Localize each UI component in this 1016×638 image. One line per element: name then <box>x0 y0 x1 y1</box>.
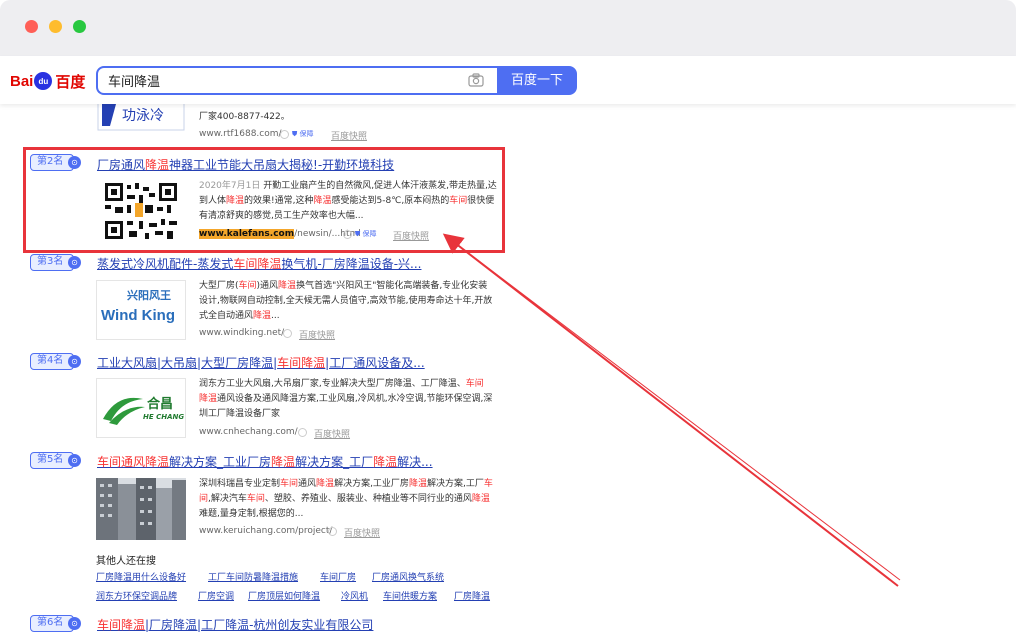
related-search-link[interactable]: 厂房空调 <box>198 589 234 602</box>
result-url[interactable]: www.windking.net/ <box>199 328 284 338</box>
kuaizhao-link[interactable]: 百度快照 <box>331 129 367 142</box>
related-search-link[interactable]: 润东方环保空调品牌 <box>96 589 177 602</box>
kuaizhao-link[interactable]: 百度快照 <box>299 328 335 341</box>
kuaizhao-link[interactable]: 百度快照 <box>314 427 350 440</box>
result-title[interactable]: 工业大风扇|大吊扇|大型厂房降温|车间降温|工厂通风设备及... <box>97 354 425 371</box>
browser-chrome <box>0 0 1016 56</box>
close-window-icon[interactable] <box>25 20 38 33</box>
related-search-link[interactable]: 厂房降温 <box>454 589 490 602</box>
result-snippet: 润东方工业大风扇,大吊扇厂家,专业解决大型厂房降温、工厂降温、车间 降温通风设备及… <box>199 379 493 419</box>
svg-text:功泳冷: 功泳冷 <box>122 108 164 124</box>
shield-icon: ⛊ <box>292 130 298 138</box>
hechang-logo-image[interactable]: 合昌 HE CHANG <box>96 378 186 438</box>
result-snippet: 深圳科瑞昌专业定制车间通风降温解决方案,工业厂房降温解决方案,工厂车间,解决汽车… <box>199 479 493 519</box>
camera-icon[interactable] <box>468 73 484 87</box>
info-icon[interactable] <box>283 329 292 338</box>
rank-badge: 第5名 ⊙ <box>30 452 82 469</box>
info-icon[interactable] <box>298 428 307 437</box>
baozhang-badge[interactable]: ⛊ 保障 <box>292 129 313 139</box>
results-list: 功泳冷 厂家400-8877-422。 www.rtf1688.com/ ⛊ 保… <box>0 104 1016 638</box>
rank-badge: 第3名 ⊙ <box>30 254 82 271</box>
rank-badge: 第6名 ⊙ <box>30 615 82 632</box>
minimize-window-icon[interactable] <box>49 20 62 33</box>
result-title[interactable]: 车间通风降温解决方案_工业厂房降温解决方案_工厂降温解决... <box>97 453 433 470</box>
info-icon[interactable] <box>280 130 289 139</box>
rank-arrow-icon: ⊙ <box>68 256 81 269</box>
related-search-link[interactable]: 车间厂房 <box>320 570 356 583</box>
rank-arrow-icon: ⊙ <box>68 454 81 467</box>
building-photo[interactable] <box>96 478 186 540</box>
related-search-link[interactable]: 冷风机 <box>341 589 368 602</box>
related-search-link[interactable]: 工厂车间防暑降温措施 <box>208 570 298 583</box>
result-url[interactable]: www.rtf1688.com/ <box>199 129 282 139</box>
paw-icon: du <box>34 72 53 90</box>
result-title[interactable]: 蒸发式冷风机配件-蒸发式车间降温换气机-厂房降温设备-兴... <box>97 255 421 272</box>
result-thumbnail[interactable]: 功泳冷 <box>96 104 186 134</box>
related-searches-title: 其他人还在搜 <box>96 556 156 567</box>
result-url[interactable]: www.keruichang.com/project/ <box>199 526 332 536</box>
search-header: Baidu百度 百度一下 <box>0 56 1016 104</box>
related-search-link[interactable]: 厂房通风换气系统 <box>372 570 444 583</box>
related-search-link[interactable]: 车间供暖方案 <box>383 589 437 602</box>
info-icon[interactable] <box>328 527 337 536</box>
rank-arrow-icon: ⊙ <box>68 617 81 630</box>
result-url[interactable]: www.cnhechang.com/ <box>199 427 298 437</box>
result-title[interactable]: 车间降温|厂房降温|工厂降温-杭州创友实业有限公司 <box>97 616 373 633</box>
highlight-box <box>23 147 505 253</box>
search-input[interactable] <box>96 66 497 95</box>
result-snippet: 厂家400-8877-422。 <box>199 112 290 122</box>
search-button[interactable]: 百度一下 <box>497 66 577 95</box>
baidu-logo[interactable]: Bai du 百度 <box>10 70 85 92</box>
rank-badge: 第4名 ⊙ <box>30 353 82 370</box>
kuaizhao-link[interactable]: 百度快照 <box>344 526 380 539</box>
related-search-link[interactable]: 厂房降温用什么设备好 <box>96 570 186 583</box>
rank-arrow-icon: ⊙ <box>68 355 81 368</box>
maximize-window-icon[interactable] <box>73 20 86 33</box>
result-snippet: 大型厂房(车间)通风降温换气首选"兴阳风王"智能化高端装备,专业化安装设计,物联… <box>199 281 493 321</box>
windking-logo-image[interactable]: 兴阳风王 Wind King <box>96 280 186 340</box>
related-search-link[interactable]: 厂房顶层如何降温 <box>248 589 320 602</box>
